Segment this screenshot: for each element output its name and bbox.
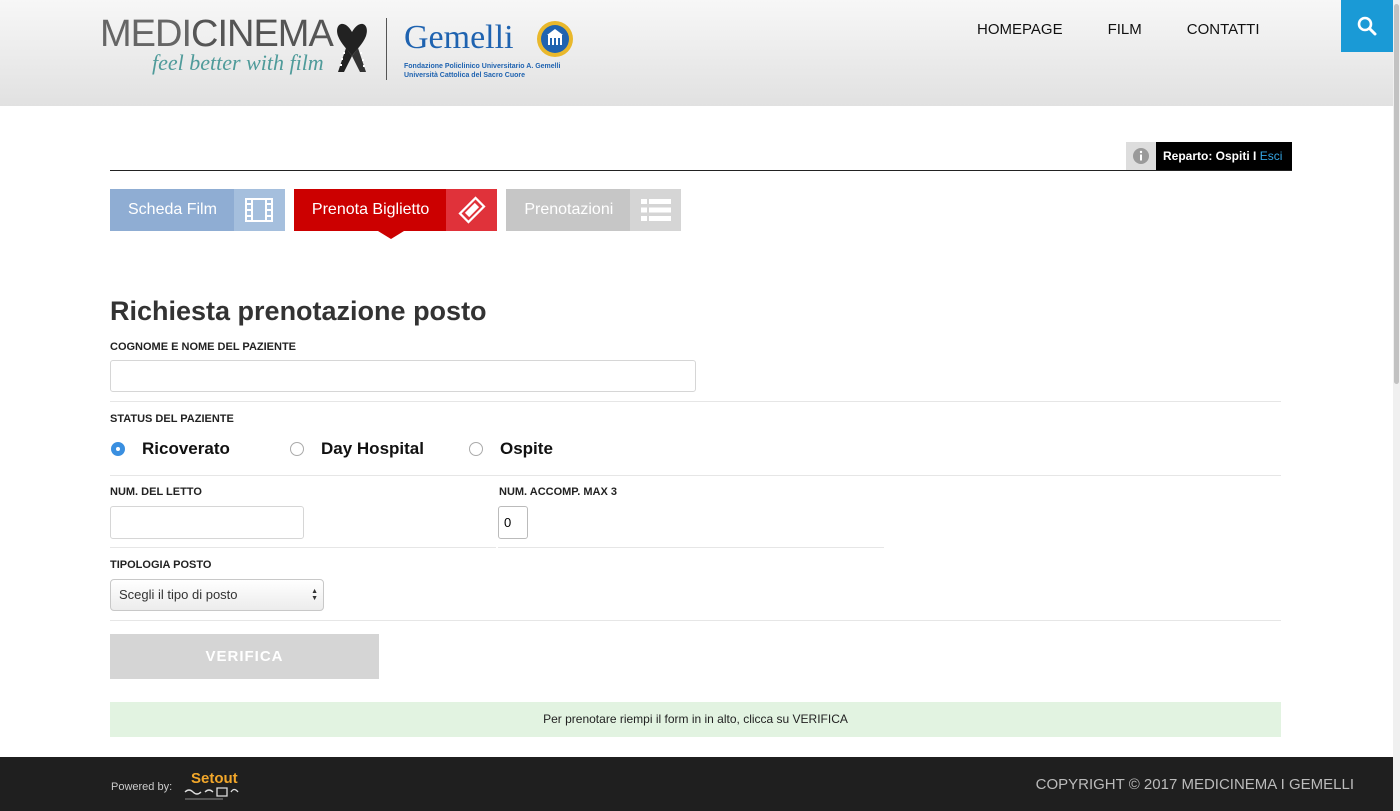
radio-day-hospital[interactable] [290, 442, 304, 456]
form-divider [110, 401, 1281, 402]
nav-contatti[interactable]: CONTATTI [1187, 21, 1260, 38]
form-divider [110, 475, 1281, 476]
form-title: Richiesta prenotazione posto [110, 296, 487, 326]
tab-prenota-biglietto[interactable]: Prenota Biglietto [293, 189, 498, 239]
tab-scheda-film-label: Scheda Film [110, 189, 234, 231]
gemelli-subtitle: Fondazione Policlinico Universitario A. … [404, 62, 584, 80]
seat-type-selected: Scegli il tipo di posto [119, 587, 238, 602]
status-option-label: Ricoverato [142, 439, 230, 458]
companions-input[interactable] [498, 506, 528, 539]
section-divider [110, 170, 1292, 171]
status-option-ospite[interactable]: Ospite [469, 439, 553, 459]
info-icon [1126, 142, 1156, 170]
tab-prenotazioni-label: Prenotazioni [506, 189, 631, 231]
medicinema-logo[interactable]: MEDICINEMA feel better with film [100, 13, 334, 76]
setout-logo-text: Setout [191, 770, 238, 787]
patient-name-input[interactable] [110, 360, 696, 392]
tab-prenota-biglietto-label: Prenota Biglietto [293, 189, 447, 231]
status-option-label: Ospite [500, 439, 553, 458]
logo-divider [386, 18, 387, 80]
gemelli-subtitle-line-1: Fondazione Policlinico Universitario A. … [404, 63, 561, 70]
status-option-ricoverato[interactable]: Ricoverato [111, 439, 230, 459]
logo-tagline: feel better with film [152, 50, 324, 75]
patient-status-label: STATUS DEL PAZIENTE [110, 413, 234, 425]
radio-ospite[interactable] [469, 442, 483, 456]
powered-by-label: Powered by: [111, 781, 173, 793]
logout-link[interactable]: Esci [1260, 149, 1283, 163]
logo-word-left: MEDI [100, 13, 192, 55]
setout-logo[interactable]: Setout [183, 770, 243, 807]
medicinema-wordmark: MEDICINEMA [100, 13, 334, 55]
copyright-text: COPYRIGHT © 2017 MEDICINEMA I GEMELLI [1035, 776, 1354, 793]
reparto-bar: Reparto: Ospiti I Esci [1126, 142, 1293, 170]
form-divider [498, 547, 884, 548]
film-icon [233, 189, 285, 231]
select-arrows-icon: ▲ ▼ [311, 588, 318, 602]
search-icon [1357, 16, 1377, 36]
film-ribbon-heart-icon [334, 18, 370, 79]
main-nav: HOMEPAGE FILM CONTATTI [977, 21, 1305, 38]
seat-type-select[interactable]: Scegli il tipo di posto ▲ ▼ [110, 579, 324, 611]
status-option-day-hospital[interactable]: Day Hospital [290, 439, 424, 459]
form-divider [110, 547, 496, 548]
nav-film[interactable]: FILM [1108, 21, 1142, 38]
search-button[interactable] [1341, 0, 1393, 52]
patient-name-label: COGNOME E NOME DEL PAZIENTE [110, 341, 296, 353]
site-footer: Powered by: Setout COPYRIGHT © 2017 MEDI… [0, 757, 1393, 811]
form-divider [110, 620, 1281, 621]
booking-tabs: Scheda Film Prenota Biglietto Prenotazio… [110, 189, 690, 239]
scrollbar-thumb[interactable] [1394, 4, 1399, 384]
bed-number-input[interactable] [110, 506, 304, 539]
tab-prenotazioni[interactable]: Prenotazioni [506, 189, 682, 231]
verify-button[interactable]: VERIFICA [110, 634, 379, 679]
nav-homepage[interactable]: HOMEPAGE [977, 21, 1063, 38]
status-option-label: Day Hospital [321, 439, 424, 458]
form-notice: Per prenotare riempi il form in in alto,… [110, 702, 1281, 737]
logo-word-right: CINEMA [191, 13, 334, 55]
tab-scheda-film[interactable]: Scheda Film [110, 189, 285, 231]
list-icon [630, 189, 682, 231]
gemelli-subtitle-line-2: Università Cattolica del Sacro Cuore [404, 72, 525, 79]
university-seal-icon [536, 20, 574, 63]
ticket-icon [446, 189, 498, 231]
seat-type-label: TIPOLOGIA POSTO [110, 559, 212, 571]
reparto-label: Reparto: Ospiti I Esci [1156, 142, 1293, 170]
site-header: MEDICINEMA feel better with film Gemelli… [0, 0, 1400, 106]
companions-label: NUM. ACCOMP. MAX 3 [499, 486, 617, 498]
bed-number-label: NUM. DEL LETTO [110, 486, 202, 498]
radio-ricoverato[interactable] [111, 442, 125, 456]
reparto-prefix: Reparto: Ospiti I [1163, 149, 1260, 163]
